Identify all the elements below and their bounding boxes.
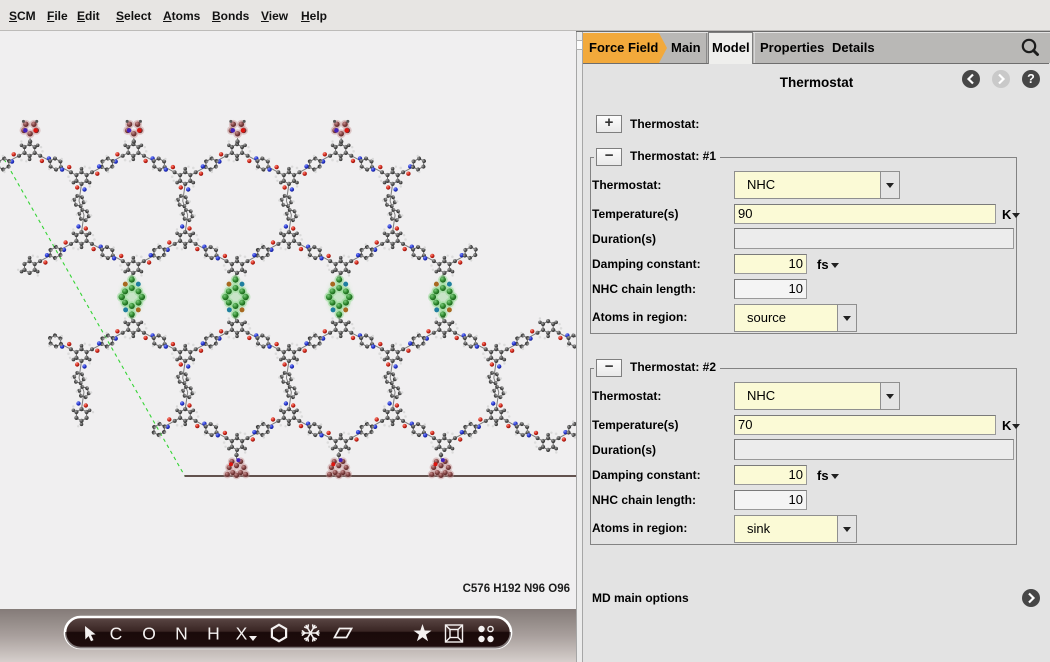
svg-text:N: N	[175, 624, 188, 644]
svg-text:O: O	[142, 624, 156, 644]
svg-text:?: ?	[1027, 72, 1035, 86]
svg-text:X: X	[236, 624, 248, 644]
svg-text:C: C	[110, 624, 123, 644]
svg-text:H: H	[207, 624, 220, 644]
